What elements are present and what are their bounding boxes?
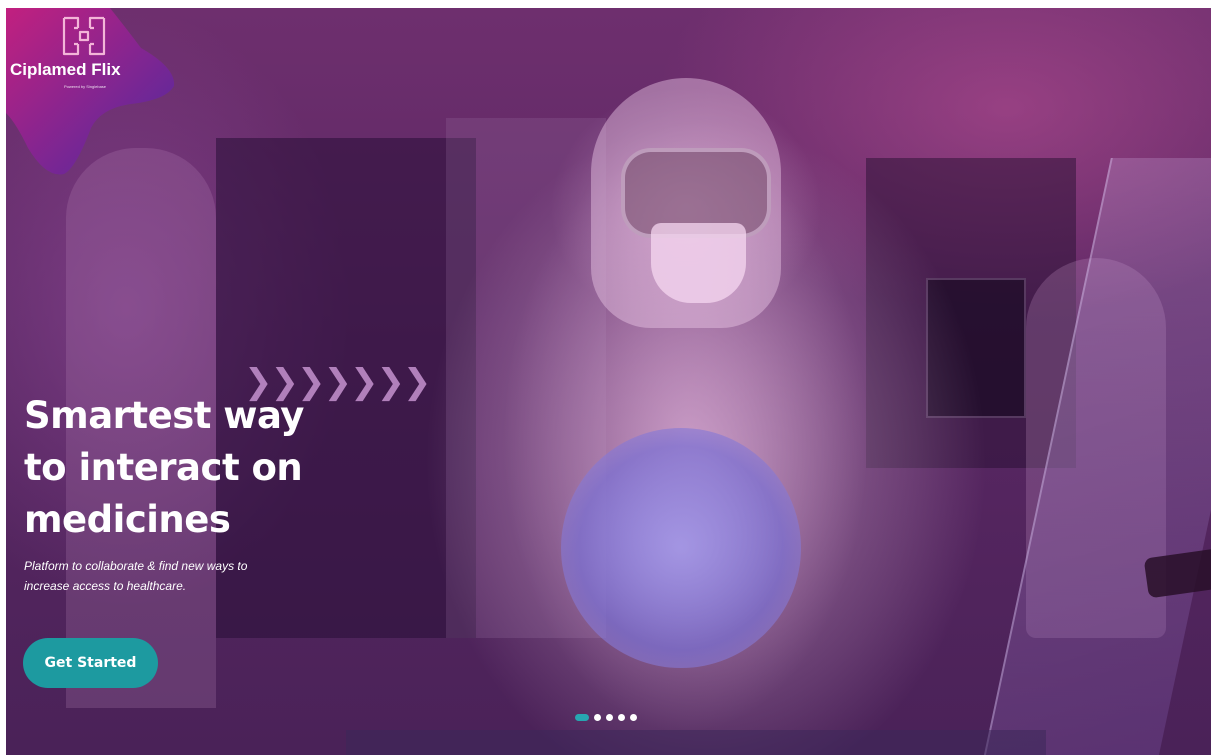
carousel-dot[interactable] — [618, 713, 625, 721]
medical-cross-logo-icon — [62, 16, 106, 56]
hero-title: Smartest way to interact on medicines — [24, 390, 384, 546]
brand-logo[interactable]: Ciplamed Flix Powered by Singlebase — [6, 8, 176, 176]
hero-subtitle-line-1: Platform to collaborate & find new ways … — [24, 559, 248, 573]
brand-tagline: Powered by Singlebase — [64, 84, 107, 89]
lab-bench — [346, 730, 1046, 755]
hero-background: ❯❯❯❯❯❯❯ — [6, 8, 1211, 755]
hero-subtitle: Platform to collaborate & find new ways … — [24, 556, 324, 596]
hero-title-line-1: Smartest way — [24, 394, 304, 437]
carousel-dot[interactable] — [606, 713, 613, 721]
carousel-dot[interactable] — [594, 713, 601, 721]
petri-dish — [561, 428, 801, 668]
get-started-button[interactable]: Get Started — [23, 638, 158, 688]
scientist-mask — [651, 223, 746, 303]
hero-subtitle-line-2: increase access to healthcare. — [24, 579, 187, 593]
hero-title-line-3: medicines — [24, 498, 231, 541]
brand-name: Ciplamed Flix — [10, 60, 121, 79]
carousel-indicators — [575, 712, 637, 722]
carousel-dot[interactable] — [630, 713, 637, 721]
carousel-dot[interactable] — [575, 713, 589, 721]
hero-title-line-2: to interact on — [24, 446, 303, 489]
